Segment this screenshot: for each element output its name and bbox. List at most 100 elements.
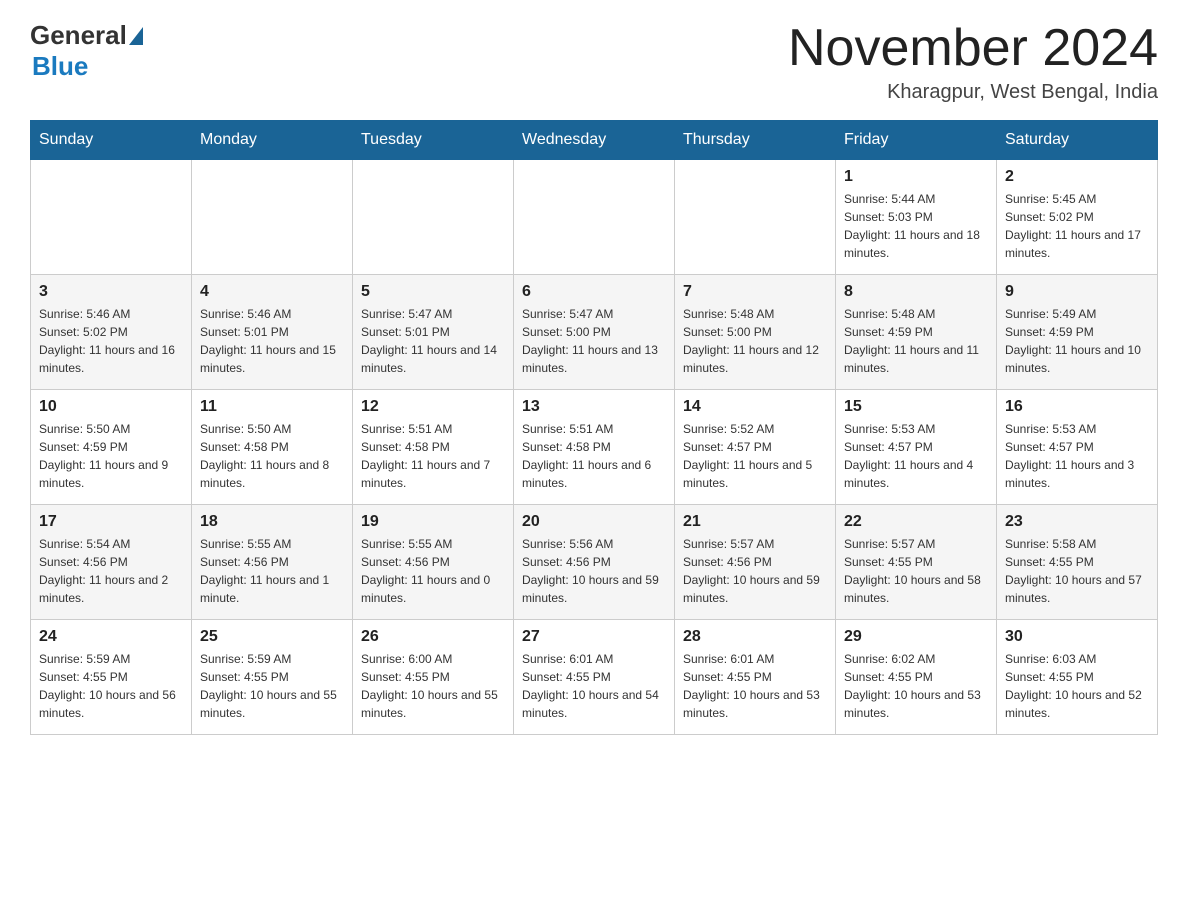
day-info: Sunrise: 5:45 AM Sunset: 5:02 PM Dayligh… [1005, 190, 1149, 262]
day-info: Sunrise: 5:58 AM Sunset: 4:55 PM Dayligh… [1005, 535, 1149, 607]
day-number: 29 [844, 628, 988, 646]
day-info: Sunrise: 5:47 AM Sunset: 5:00 PM Dayligh… [522, 305, 666, 377]
table-row: 14 Sunrise: 5:52 AM Sunset: 4:57 PM Dayl… [675, 390, 836, 505]
day-info: Sunrise: 5:47 AM Sunset: 5:01 PM Dayligh… [361, 305, 505, 377]
table-row: 19 Sunrise: 5:55 AM Sunset: 4:56 PM Dayl… [353, 505, 514, 620]
day-info: Sunrise: 5:56 AM Sunset: 4:56 PM Dayligh… [522, 535, 666, 607]
title-block: November 2024 Kharagpur, West Bengal, In… [788, 20, 1158, 104]
table-row [675, 160, 836, 275]
day-info: Sunrise: 6:00 AM Sunset: 4:55 PM Dayligh… [361, 650, 505, 722]
day-info: Sunrise: 5:53 AM Sunset: 4:57 PM Dayligh… [844, 420, 988, 492]
table-row: 22 Sunrise: 5:57 AM Sunset: 4:55 PM Dayl… [836, 505, 997, 620]
day-number: 7 [683, 283, 827, 301]
calendar-week-row: 17 Sunrise: 5:54 AM Sunset: 4:56 PM Dayl… [31, 505, 1158, 620]
day-info: Sunrise: 6:02 AM Sunset: 4:55 PM Dayligh… [844, 650, 988, 722]
day-number: 13 [522, 398, 666, 416]
day-info: Sunrise: 6:01 AM Sunset: 4:55 PM Dayligh… [683, 650, 827, 722]
table-row: 26 Sunrise: 6:00 AM Sunset: 4:55 PM Dayl… [353, 620, 514, 735]
table-row: 20 Sunrise: 5:56 AM Sunset: 4:56 PM Dayl… [514, 505, 675, 620]
day-number: 25 [200, 628, 344, 646]
table-row: 7 Sunrise: 5:48 AM Sunset: 5:00 PM Dayli… [675, 275, 836, 390]
table-row: 10 Sunrise: 5:50 AM Sunset: 4:59 PM Dayl… [31, 390, 192, 505]
table-row: 4 Sunrise: 5:46 AM Sunset: 5:01 PM Dayli… [192, 275, 353, 390]
day-info: Sunrise: 5:55 AM Sunset: 4:56 PM Dayligh… [361, 535, 505, 607]
day-number: 20 [522, 513, 666, 531]
table-row: 17 Sunrise: 5:54 AM Sunset: 4:56 PM Dayl… [31, 505, 192, 620]
day-info: Sunrise: 5:50 AM Sunset: 4:59 PM Dayligh… [39, 420, 183, 492]
day-info: Sunrise: 5:51 AM Sunset: 4:58 PM Dayligh… [522, 420, 666, 492]
table-row: 12 Sunrise: 5:51 AM Sunset: 4:58 PM Dayl… [353, 390, 514, 505]
calendar-week-row: 1 Sunrise: 5:44 AM Sunset: 5:03 PM Dayli… [31, 160, 1158, 275]
table-row: 24 Sunrise: 5:59 AM Sunset: 4:55 PM Dayl… [31, 620, 192, 735]
day-number: 15 [844, 398, 988, 416]
table-row: 6 Sunrise: 5:47 AM Sunset: 5:00 PM Dayli… [514, 275, 675, 390]
day-number: 24 [39, 628, 183, 646]
day-number: 3 [39, 283, 183, 301]
day-info: Sunrise: 5:49 AM Sunset: 4:59 PM Dayligh… [1005, 305, 1149, 377]
table-row: 23 Sunrise: 5:58 AM Sunset: 4:55 PM Dayl… [997, 505, 1158, 620]
month-title: November 2024 [788, 20, 1158, 77]
table-row: 1 Sunrise: 5:44 AM Sunset: 5:03 PM Dayli… [836, 160, 997, 275]
day-number: 2 [1005, 168, 1149, 186]
table-row: 8 Sunrise: 5:48 AM Sunset: 4:59 PM Dayli… [836, 275, 997, 390]
page-header: General Blue November 2024 Kharagpur, We… [30, 20, 1158, 104]
col-friday: Friday [836, 121, 997, 160]
day-number: 16 [1005, 398, 1149, 416]
day-number: 19 [361, 513, 505, 531]
day-info: Sunrise: 5:48 AM Sunset: 5:00 PM Dayligh… [683, 305, 827, 377]
table-row: 21 Sunrise: 5:57 AM Sunset: 4:56 PM Dayl… [675, 505, 836, 620]
day-number: 22 [844, 513, 988, 531]
col-sunday: Sunday [31, 121, 192, 160]
day-number: 12 [361, 398, 505, 416]
day-number: 14 [683, 398, 827, 416]
table-row: 11 Sunrise: 5:50 AM Sunset: 4:58 PM Dayl… [192, 390, 353, 505]
logo: General Blue [30, 20, 145, 82]
table-row: 2 Sunrise: 5:45 AM Sunset: 5:02 PM Dayli… [997, 160, 1158, 275]
table-row: 9 Sunrise: 5:49 AM Sunset: 4:59 PM Dayli… [997, 275, 1158, 390]
day-number: 8 [844, 283, 988, 301]
day-info: Sunrise: 5:59 AM Sunset: 4:55 PM Dayligh… [200, 650, 344, 722]
day-info: Sunrise: 5:52 AM Sunset: 4:57 PM Dayligh… [683, 420, 827, 492]
table-row: 5 Sunrise: 5:47 AM Sunset: 5:01 PM Dayli… [353, 275, 514, 390]
day-info: Sunrise: 5:48 AM Sunset: 4:59 PM Dayligh… [844, 305, 988, 377]
logo-triangle-icon [129, 27, 143, 45]
calendar-week-row: 10 Sunrise: 5:50 AM Sunset: 4:59 PM Dayl… [31, 390, 1158, 505]
col-tuesday: Tuesday [353, 121, 514, 160]
calendar-header-row: Sunday Monday Tuesday Wednesday Thursday… [31, 121, 1158, 160]
day-info: Sunrise: 5:57 AM Sunset: 4:56 PM Dayligh… [683, 535, 827, 607]
logo-general-text: General [30, 20, 127, 51]
day-info: Sunrise: 5:44 AM Sunset: 5:03 PM Dayligh… [844, 190, 988, 262]
calendar-table: Sunday Monday Tuesday Wednesday Thursday… [30, 120, 1158, 735]
table-row: 13 Sunrise: 5:51 AM Sunset: 4:58 PM Dayl… [514, 390, 675, 505]
table-row [192, 160, 353, 275]
day-number: 4 [200, 283, 344, 301]
day-number: 6 [522, 283, 666, 301]
table-row: 15 Sunrise: 5:53 AM Sunset: 4:57 PM Dayl… [836, 390, 997, 505]
col-thursday: Thursday [675, 121, 836, 160]
day-info: Sunrise: 5:46 AM Sunset: 5:01 PM Dayligh… [200, 305, 344, 377]
col-wednesday: Wednesday [514, 121, 675, 160]
day-number: 21 [683, 513, 827, 531]
day-info: Sunrise: 5:46 AM Sunset: 5:02 PM Dayligh… [39, 305, 183, 377]
calendar-week-row: 3 Sunrise: 5:46 AM Sunset: 5:02 PM Dayli… [31, 275, 1158, 390]
day-info: Sunrise: 6:03 AM Sunset: 4:55 PM Dayligh… [1005, 650, 1149, 722]
table-row [514, 160, 675, 275]
table-row: 25 Sunrise: 5:59 AM Sunset: 4:55 PM Dayl… [192, 620, 353, 735]
table-row: 27 Sunrise: 6:01 AM Sunset: 4:55 PM Dayl… [514, 620, 675, 735]
day-info: Sunrise: 5:57 AM Sunset: 4:55 PM Dayligh… [844, 535, 988, 607]
day-number: 23 [1005, 513, 1149, 531]
col-monday: Monday [192, 121, 353, 160]
table-row: 28 Sunrise: 6:01 AM Sunset: 4:55 PM Dayl… [675, 620, 836, 735]
day-number: 1 [844, 168, 988, 186]
day-number: 27 [522, 628, 666, 646]
day-number: 17 [39, 513, 183, 531]
location-text: Kharagpur, West Bengal, India [788, 81, 1158, 104]
calendar-week-row: 24 Sunrise: 5:59 AM Sunset: 4:55 PM Dayl… [31, 620, 1158, 735]
day-number: 28 [683, 628, 827, 646]
day-number: 11 [200, 398, 344, 416]
col-saturday: Saturday [997, 121, 1158, 160]
day-info: Sunrise: 5:55 AM Sunset: 4:56 PM Dayligh… [200, 535, 344, 607]
day-number: 10 [39, 398, 183, 416]
day-number: 18 [200, 513, 344, 531]
day-info: Sunrise: 6:01 AM Sunset: 4:55 PM Dayligh… [522, 650, 666, 722]
